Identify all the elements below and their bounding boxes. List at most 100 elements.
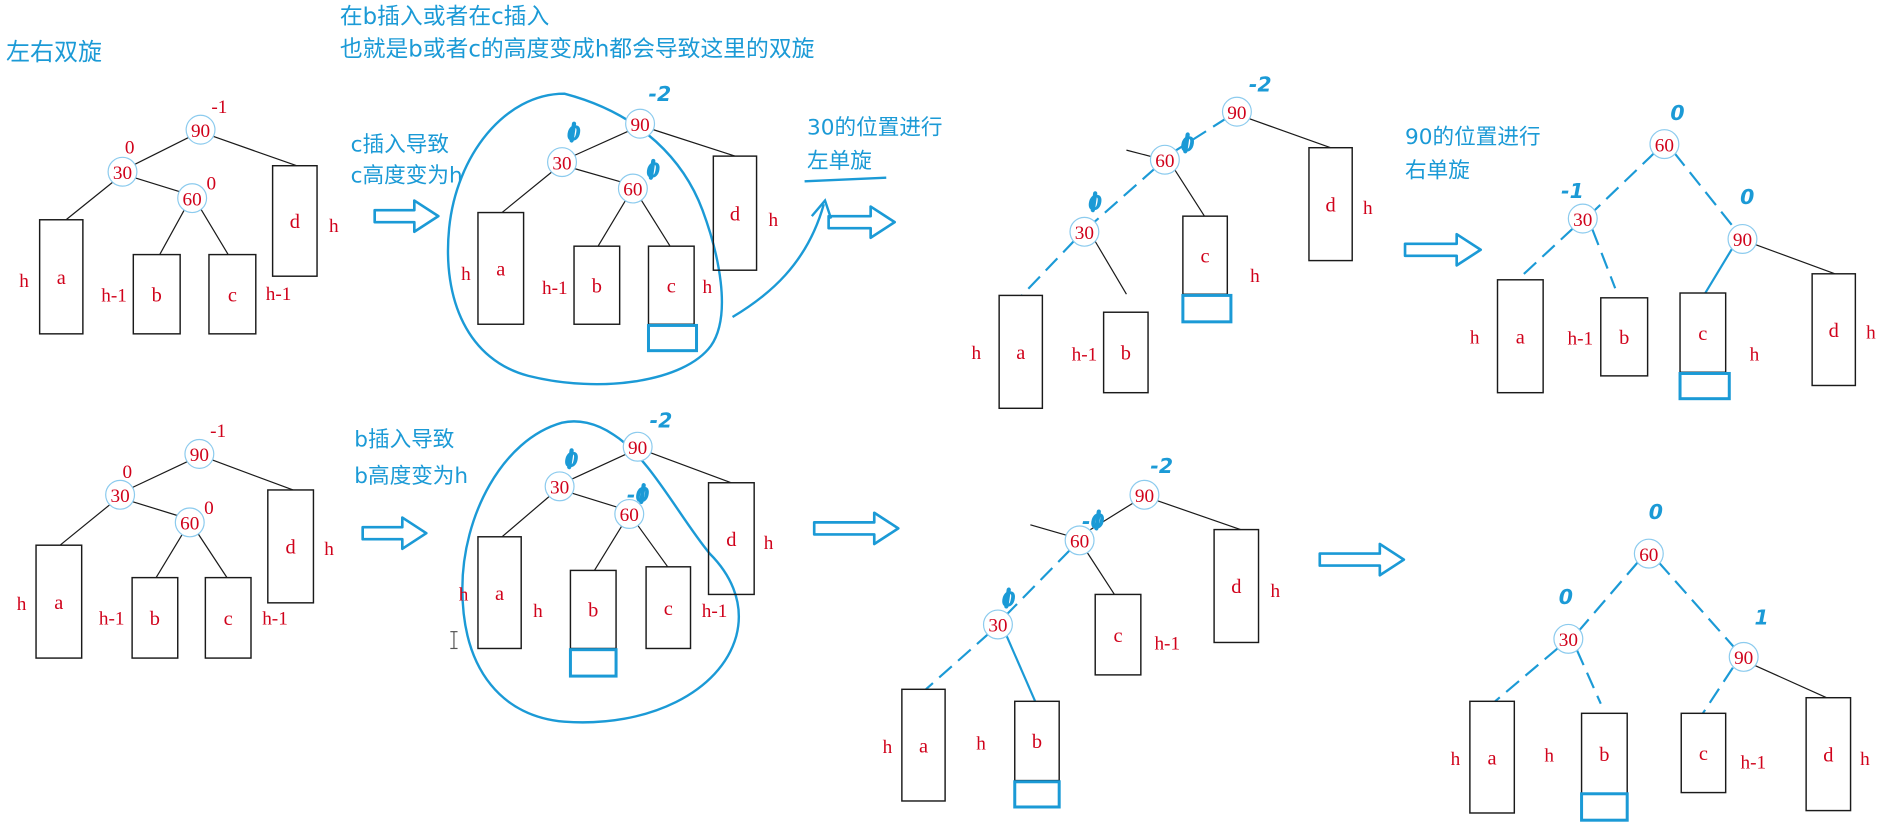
subtree-label: b — [1032, 731, 1042, 753]
subtree-height-label: h — [1860, 749, 1870, 770]
subtree-label: c — [1201, 245, 1210, 267]
node-key: 60 — [1655, 135, 1674, 156]
node-key: 90 — [1135, 486, 1154, 507]
edge-line — [1754, 664, 1827, 699]
subtree-height-label: h — [1470, 327, 1480, 348]
edge-line — [1085, 549, 1115, 595]
inserted-node-box — [1678, 371, 1731, 401]
subtree-label: d — [1823, 744, 1833, 766]
node-key: 60 — [1639, 545, 1658, 566]
edge-line — [1246, 117, 1331, 149]
inserted-node-box — [1013, 780, 1061, 809]
balance-factor: 0 — [207, 174, 217, 195]
edge-line — [1673, 151, 1737, 231]
note-line-2: 也就是b或者c的高度变成h都会导致这里的双旋 — [340, 36, 815, 62]
edge-line — [65, 179, 116, 221]
subtree-label: a — [495, 583, 504, 605]
balance-factor: 0 — [1670, 101, 1684, 125]
tree-1: ahbh-1 c h-1d h90-1300600 — [19, 97, 339, 335]
subtree-height-label: h — [1250, 266, 1260, 287]
subtree-label: d — [286, 537, 296, 559]
overstroke-mark — [567, 448, 574, 470]
subtree-height-label: h-1 — [1740, 753, 1766, 774]
edge-line — [1126, 149, 1155, 158]
node-key: 30 — [552, 153, 571, 174]
subtree-height-label: h — [703, 277, 713, 298]
node-key: 30 — [113, 163, 132, 184]
balance-factor: 0 — [125, 138, 135, 159]
subtree-height-label: h — [19, 271, 29, 292]
curved-arrow-icon — [731, 198, 833, 319]
subtree-label: b — [1619, 327, 1629, 349]
edge-line — [159, 206, 187, 255]
tree-layer: ahbh-1ch-1dh90-1300600ahbh-1chdh90-23006… — [17, 72, 1876, 822]
subtree-height-label: h-1 — [702, 601, 728, 622]
transition-arrow-icon — [373, 199, 440, 234]
transition-arrow-icon — [812, 511, 900, 546]
edge-line — [1575, 649, 1602, 705]
inserted-node-box — [1181, 293, 1233, 324]
subtree-height-label: h — [461, 264, 471, 285]
subtree-height-label: h — [1750, 344, 1760, 365]
subtree-height-label: h-1 — [262, 608, 288, 629]
node-key: 60 — [180, 514, 199, 535]
node-key: 30 — [1559, 630, 1578, 651]
subtree-height-label: h-1 — [1568, 329, 1594, 350]
balance-factor: -2 — [1150, 454, 1173, 478]
subtree-height-label: h — [459, 584, 469, 605]
edge-line — [572, 129, 632, 157]
subtree-label: d — [726, 529, 736, 551]
edge-line — [196, 531, 228, 578]
node-key: 60 — [183, 189, 202, 210]
edge-line — [1021, 239, 1076, 297]
edge-line — [1591, 228, 1617, 289]
subtree-label: d — [1231, 576, 1241, 598]
balance-factor: -0 — [627, 483, 650, 507]
overstroke-mark — [648, 158, 656, 180]
node-key: 30 — [550, 478, 569, 499]
caption-rotate-right-2: 右单旋 — [1405, 159, 1470, 184]
overstroke-mark — [639, 483, 646, 505]
inserted-node-box — [568, 648, 618, 678]
tree-2: ahbh-1chdh90-2300600 — [461, 82, 779, 353]
subtree-label: d — [1829, 320, 1839, 342]
edge-line — [1494, 647, 1559, 703]
subtree-label: c — [1113, 625, 1122, 647]
edge-line — [155, 531, 185, 578]
edge-line — [1657, 561, 1735, 648]
node-key: 90 — [1227, 103, 1246, 124]
edge-line — [1005, 634, 1037, 702]
subtree-height-label: h-1 — [101, 285, 127, 306]
edge-line — [925, 632, 991, 691]
caption-c-insert-1: c插入导致 — [351, 132, 449, 157]
diagram-canvas: 左右双旋 在b插入或者在c插入 也就是b或者c的高度变成h都会导致这里的双旋 c… — [6, 4, 1876, 822]
node-key: 60 — [1155, 151, 1174, 172]
subtree-height-label: h — [1866, 323, 1876, 344]
subtree-label: a — [1016, 342, 1025, 364]
subtree-label: c — [228, 284, 237, 306]
overstroke-mark — [569, 121, 577, 143]
subtree-height-label: h-1 — [1154, 634, 1180, 655]
edge-line — [1030, 524, 1068, 537]
subtree-height-label: h — [883, 737, 893, 758]
node-key: 30 — [1075, 223, 1094, 244]
subtree-label: d — [730, 203, 740, 225]
text-cursor-icon — [450, 631, 458, 650]
subtree-height-label: h — [1544, 745, 1554, 766]
caption-rotate-right-1: 90的位置进行 — [1405, 125, 1541, 150]
subtree-height-label: h — [769, 210, 779, 231]
edge-line — [1704, 246, 1734, 294]
subtree-label: b — [150, 608, 160, 630]
transition-arrow-icon — [827, 205, 896, 240]
caption-underline — [804, 176, 887, 183]
balance-factor: 0 — [204, 498, 214, 519]
caption-b-insert-1: b插入导致 — [354, 428, 454, 453]
caption-b-insert-2: b高度变为h — [354, 464, 468, 489]
subtree-label: a — [1516, 326, 1525, 348]
subtree-height-label: h-1 — [99, 608, 125, 629]
subtree-height-label: h — [533, 601, 543, 622]
subtree-label: c — [664, 598, 673, 620]
edge-line — [501, 494, 552, 538]
node-key: 90 — [630, 115, 649, 136]
subtree-height-label: h — [972, 343, 982, 364]
